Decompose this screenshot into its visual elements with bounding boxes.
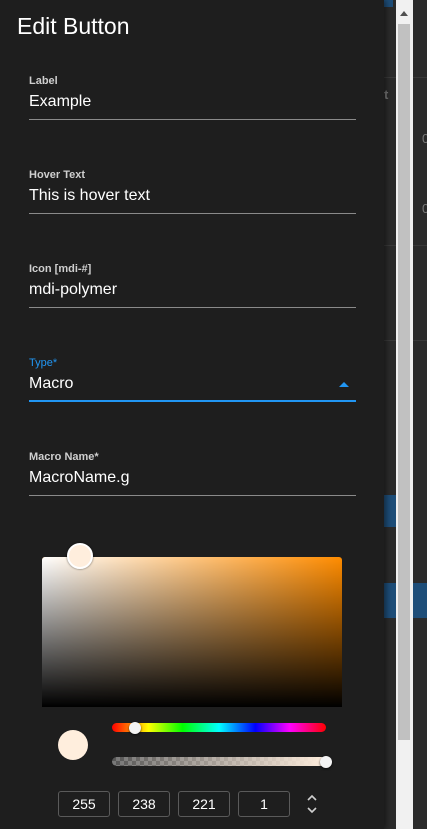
color-canvas[interactable] <box>42 557 342 707</box>
alpha-slider[interactable] <box>112 755 332 768</box>
scroll-up-arrow-icon[interactable] <box>400 11 408 16</box>
bg-text: 0 <box>422 201 427 216</box>
hue-slider-thumb[interactable] <box>129 721 142 734</box>
field-label: Label <box>29 75 58 87</box>
blue-input[interactable] <box>178 791 230 817</box>
bg-action-button <box>384 583 396 618</box>
bg-action-button <box>413 583 427 618</box>
up-down-chevron-icon[interactable] <box>305 793 319 817</box>
color-canvas-handle[interactable] <box>67 543 93 569</box>
bg-delete-button <box>384 495 396 527</box>
field-label: Type* <box>29 357 58 369</box>
red-input[interactable] <box>58 791 110 817</box>
field-label: Icon [mdi-#] <box>29 263 92 275</box>
canvas-black-layer <box>42 557 342 707</box>
color-preview-swatch <box>58 730 88 760</box>
scrollbar-thumb[interactable] <box>398 24 410 740</box>
field-value[interactable]: Example <box>29 93 91 111</box>
field-label: Macro Name* <box>29 451 99 463</box>
bg-text: 0 <box>422 131 427 146</box>
field-underline <box>29 495 356 496</box>
edit-button-dialog: Edit Button Label Example Hover Text Thi… <box>0 0 384 829</box>
hue-slider[interactable] <box>112 721 326 734</box>
field-value[interactable]: MacroName.g <box>29 469 129 487</box>
field-underline <box>29 213 356 214</box>
field-label: Hover Text <box>29 169 86 181</box>
field-value[interactable]: Macro <box>29 375 73 393</box>
chevron-svg <box>307 794 317 814</box>
alpha-slider-thumb[interactable] <box>320 755 332 768</box>
dialog-title: Edit Button <box>17 13 130 39</box>
field-underline <box>29 307 356 308</box>
field-value[interactable]: mdi-polymer <box>29 281 117 299</box>
alpha-gradient <box>112 757 326 766</box>
field-value[interactable]: This is hover text <box>29 187 150 205</box>
bg-text: t <box>384 87 389 102</box>
green-input[interactable] <box>118 791 170 817</box>
field-underline <box>29 400 356 402</box>
field-underline <box>29 119 356 120</box>
alpha-input[interactable] <box>238 791 290 817</box>
scrollbar[interactable] <box>396 0 413 829</box>
triangle-up-icon[interactable] <box>339 382 349 387</box>
